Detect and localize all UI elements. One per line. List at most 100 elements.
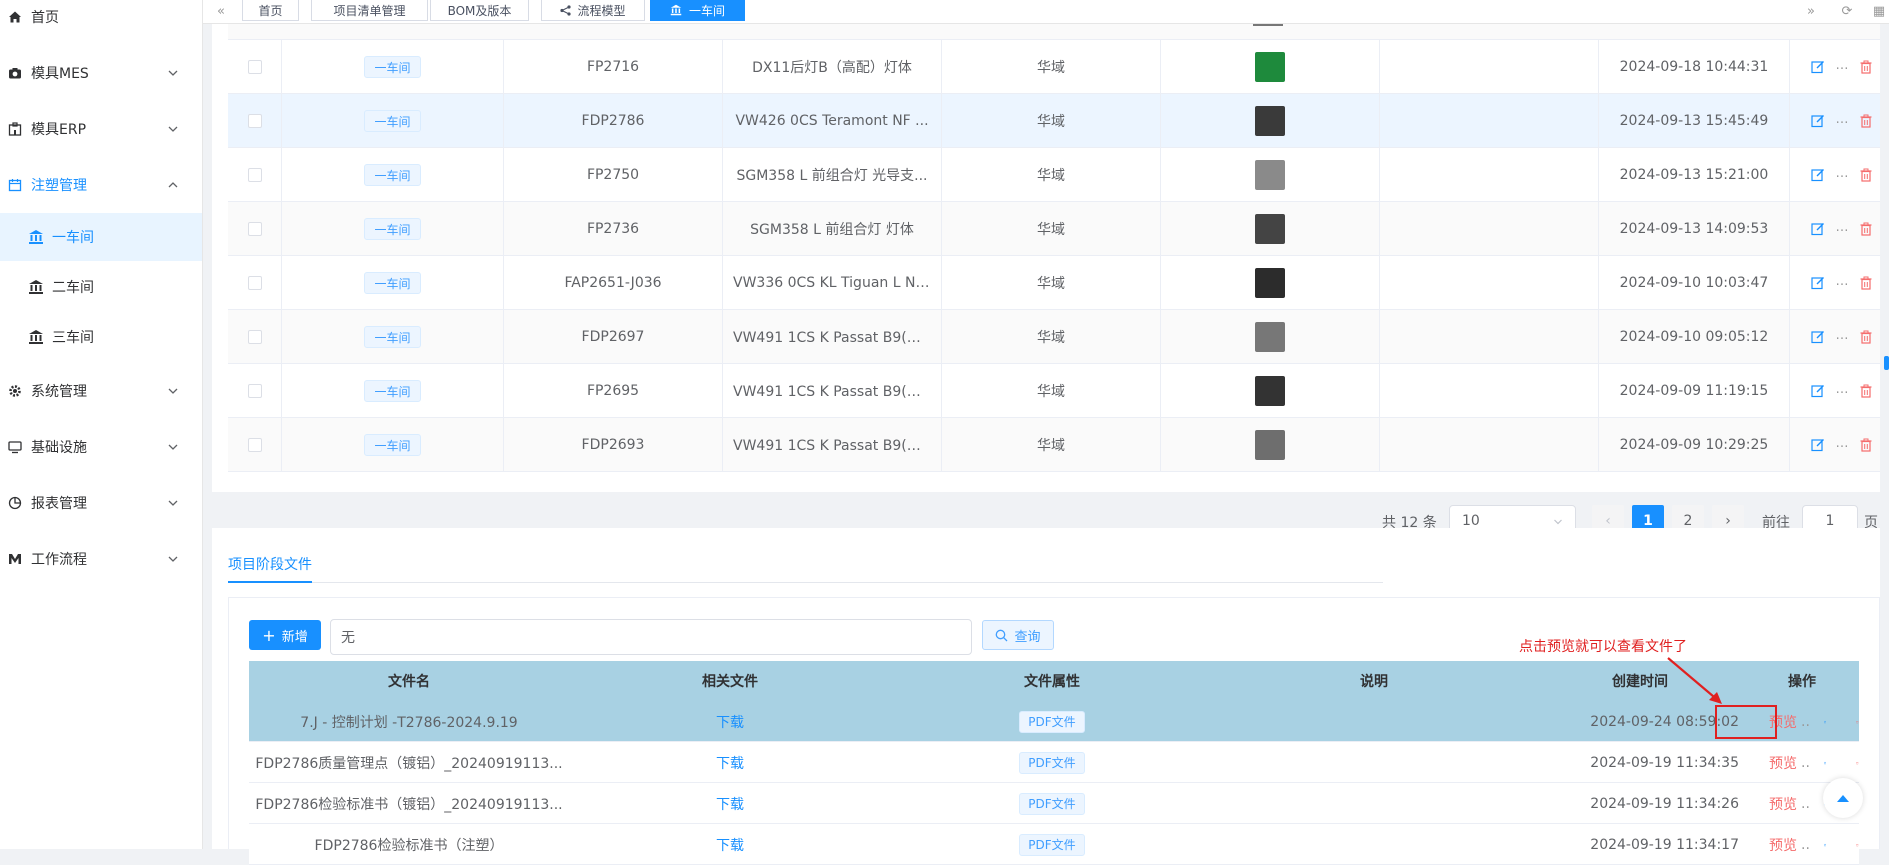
file-name: FDP2786检验标准书（镀铝）_20240919113...	[249, 783, 569, 824]
edit-icon[interactable]	[1810, 167, 1826, 183]
bank-icon	[29, 330, 43, 344]
table-row[interactable]: 一车间 FDP2697 VW491 1CS K Passat B9(高... 华域 20…	[228, 310, 1880, 364]
product-thumbnail[interactable]	[1255, 322, 1285, 352]
side-drawer-handle[interactable]	[1884, 356, 1889, 370]
delete-icon[interactable]	[1858, 59, 1874, 75]
download-link[interactable]: 下载	[716, 753, 744, 773]
table-row[interactable]: 一车间 FDP2786 VW426 0CS Teramont NF ... 华域 202…	[228, 94, 1880, 148]
edit-icon[interactable]	[1823, 756, 1827, 770]
file-row[interactable]: FDP2786质量管理点（镀铝）_20240919113... 下载 PDF文件 20…	[249, 742, 1859, 783]
edit-icon[interactable]	[1823, 838, 1827, 852]
delete-icon[interactable]	[1858, 167, 1874, 183]
preview-link[interactable]: 预览	[1769, 794, 1797, 814]
table-row[interactable]: 一车间 FAP2651-J036 VW336 0CS KL Tiguan L NF.…	[228, 256, 1880, 310]
table-row[interactable]: 一车间 FP2695 VW491 1CS K Passat B9(高... 华域 202…	[228, 364, 1880, 418]
file-row[interactable]: 7.J - 控制计划 -T2786-2024.9.19 下载 PDF文件 2024-0…	[249, 701, 1859, 742]
delete-icon[interactable]	[1858, 383, 1874, 399]
product-thumbnail[interactable]	[1255, 106, 1285, 136]
row-checkbox[interactable]	[247, 60, 262, 74]
edit-icon[interactable]	[1810, 221, 1826, 237]
edit-icon[interactable]	[1810, 275, 1826, 291]
more-icon[interactable]: …	[1834, 165, 1850, 181]
more-icon[interactable]: …	[1834, 111, 1850, 127]
sidebar-subitem-workshop-2[interactable]: 二车间	[0, 263, 202, 311]
home-icon	[8, 10, 22, 24]
sidebar-item-workflow[interactable]: 工作流程	[0, 539, 202, 579]
download-link[interactable]: 下载	[716, 712, 744, 732]
product-thumbnail[interactable]	[1255, 430, 1285, 460]
sidebar-subitem-workshop-1[interactable]: 一车间	[0, 213, 202, 261]
row-checkbox[interactable]	[247, 384, 262, 398]
tab-process-model[interactable]: 流程模型	[541, 0, 645, 21]
file-name: FDP2786质量管理点（镀铝）_20240919113...	[249, 742, 569, 783]
more-icon[interactable]: …	[1834, 327, 1850, 343]
search-input[interactable]: 无	[330, 619, 972, 655]
delete-icon[interactable]	[1856, 715, 1859, 729]
tab-project-stage-files[interactable]: 项目阶段文件	[228, 554, 312, 574]
tab-workshop-1[interactable]: 一车间	[650, 0, 745, 21]
row-checkbox[interactable]	[247, 438, 262, 452]
more-icon[interactable]: ..	[1801, 714, 1810, 730]
edit-icon[interactable]	[1823, 715, 1827, 729]
edit-icon[interactable]	[1810, 437, 1826, 453]
more-icon[interactable]: …	[1834, 57, 1850, 73]
back-to-top-button[interactable]	[1823, 778, 1863, 818]
edit-icon[interactable]	[1810, 329, 1826, 345]
delete-icon[interactable]	[1858, 113, 1874, 129]
sidebar-item-infrastructure[interactable]: 基础设施	[0, 427, 202, 467]
row-checkbox[interactable]	[247, 276, 262, 290]
file-row[interactable]: FDP2786检验标准书（注塑） 下载 PDF文件 2024-09-19 11:34:…	[249, 824, 1859, 865]
sidebar-item-system[interactable]: 系统管理	[0, 371, 202, 411]
row-checkbox[interactable]	[247, 330, 262, 344]
more-icon[interactable]: ..	[1801, 755, 1810, 771]
preview-link[interactable]: 预览	[1769, 753, 1797, 773]
file-row[interactable]: FDP2786检验标准书（镀铝）_20240919113... 下载 PDF文件 20…	[249, 783, 1859, 824]
delete-icon[interactable]	[1858, 275, 1874, 291]
sidebar-item-mes[interactable]: 模具MES	[0, 53, 202, 93]
tab-project-list[interactable]: 项目清单管理	[311, 0, 428, 21]
cell-ops: …	[1790, 364, 1880, 418]
row-checkbox[interactable]	[247, 114, 262, 128]
more-icon[interactable]: ..	[1801, 796, 1810, 812]
add-button[interactable]: + 新增	[249, 620, 321, 650]
edit-icon[interactable]	[1810, 113, 1826, 129]
sidebar-item-reports[interactable]: 报表管理	[0, 483, 202, 523]
product-thumbnail[interactable]	[1255, 160, 1285, 190]
delete-icon[interactable]	[1858, 437, 1874, 453]
sidebar-item-erp[interactable]: 模具ERP	[0, 109, 202, 149]
edit-icon[interactable]	[1810, 59, 1826, 75]
more-icon[interactable]: ..	[1801, 837, 1810, 853]
query-button[interactable]: 查询	[982, 620, 1054, 650]
row-checkbox[interactable]	[247, 168, 262, 182]
tabs-scroll-left-icon[interactable]: «	[212, 2, 230, 20]
product-thumbnail[interactable]	[1255, 268, 1285, 298]
sidebar-item-home[interactable]: 首页	[0, 0, 202, 34]
refresh-icon[interactable]: ⟳	[1838, 2, 1856, 20]
sidebar-subitem-workshop-3[interactable]: 三车间	[0, 313, 202, 361]
more-icon[interactable]: …	[1834, 273, 1850, 289]
table-row[interactable]: 一车间 FP2750 SGM358 L 前组合灯 光导支... 华域 2024-09-1…	[228, 148, 1880, 202]
more-icon[interactable]: …	[1834, 435, 1850, 451]
delete-icon[interactable]	[1858, 221, 1874, 237]
delete-icon[interactable]	[1858, 329, 1874, 345]
table-row[interactable]: 一车间 FDP2693 VW491 1CS K Passat B9(高... 华域 20…	[228, 418, 1880, 472]
preview-link[interactable]: 预览	[1769, 835, 1797, 855]
tab-bom[interactable]: BOM及版本	[430, 0, 529, 21]
product-thumbnail[interactable]	[1255, 214, 1285, 244]
product-thumbnail[interactable]	[1255, 52, 1285, 82]
delete-icon[interactable]	[1856, 756, 1859, 770]
delete-icon[interactable]	[1856, 838, 1859, 852]
tabs-scroll-right-icon[interactable]: »	[1802, 2, 1820, 20]
more-icon[interactable]: …	[1834, 381, 1850, 397]
row-checkbox[interactable]	[247, 222, 262, 236]
download-link[interactable]: 下载	[716, 794, 744, 814]
download-link[interactable]: 下载	[716, 835, 744, 855]
edit-icon[interactable]	[1810, 383, 1826, 399]
more-icon[interactable]: …	[1834, 219, 1850, 235]
table-row[interactable]: 一车间 FP2736 SGM358 L 前组合灯 灯体 华域 2024-09-13 14…	[228, 202, 1880, 256]
sidebar-item-injection[interactable]: 注塑管理	[0, 165, 202, 205]
grid-menu-icon[interactable]: ▦	[1870, 2, 1888, 20]
table-row[interactable]: 一车间 FP2716 DX11后灯B（高配）灯体 华域 2024-09-18 10:44…	[228, 40, 1880, 94]
tab-home[interactable]: 首页	[242, 0, 299, 21]
product-thumbnail[interactable]	[1255, 376, 1285, 406]
